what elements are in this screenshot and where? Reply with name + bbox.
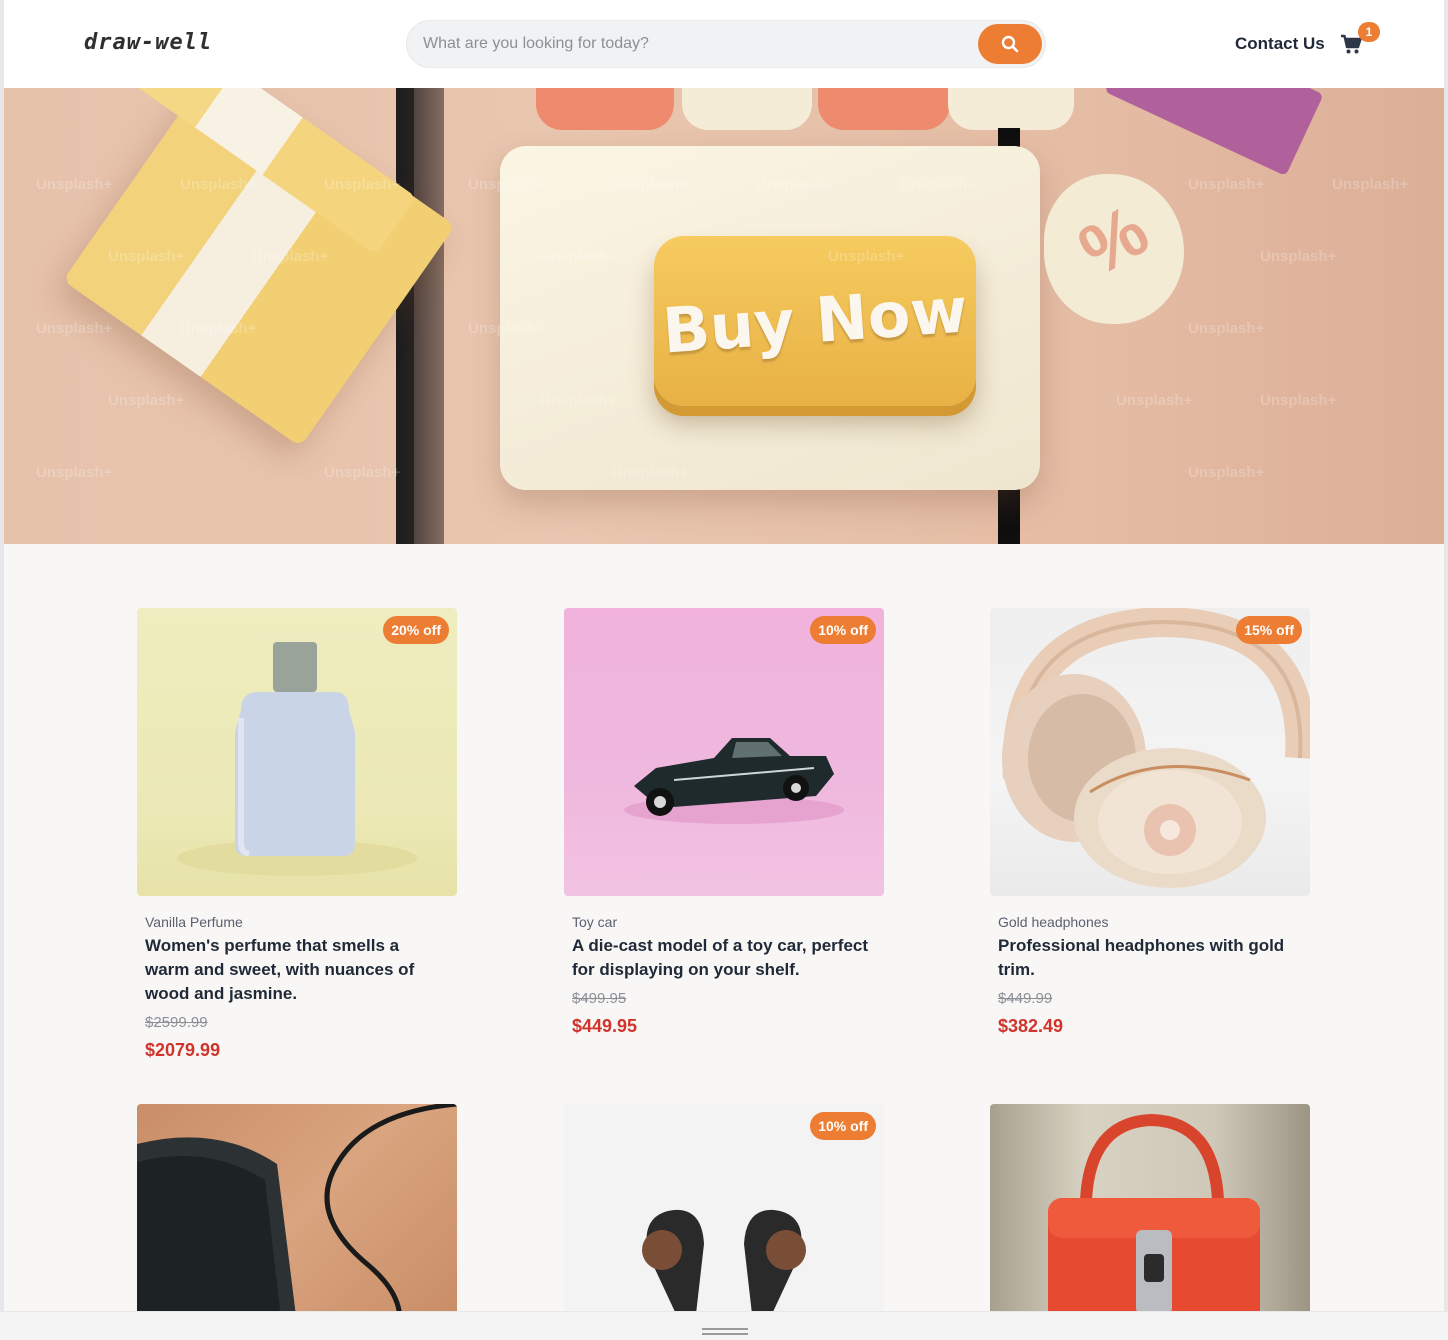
hero-banner[interactable]: Buy Now % Unsplash+ Unsplash+ Unsplash+ … [4,88,1444,544]
hero-awning-stripe [948,88,1074,130]
search-button[interactable] [978,24,1042,64]
hero-decor-pink [1104,88,1324,177]
hero-watermark: Unsplash+ [1260,392,1337,409]
hero-watermark: Unsplash+ [468,176,545,193]
product-image[interactable] [990,1104,1310,1311]
product-category: Gold headphones [998,914,1109,930]
toy-car-illustration [624,738,844,824]
handbag-illustration [1048,1113,1260,1311]
hero-awning-stripe [682,88,812,130]
window-frame-right [1444,0,1448,1340]
product-category: Vanilla Perfume [145,914,243,930]
hero-awning-stripe [818,88,950,130]
discount-badge: 15% off [1236,616,1302,644]
product-image[interactable]: 15% off [990,608,1310,896]
hero-watermark: Unsplash+ [1188,320,1265,337]
product-description[interactable]: A die-cast model of a toy car, perfect f… [572,934,872,982]
hero-watermark: Unsplash+ [1188,464,1265,481]
product-card[interactable]: 10% off Toy car A die-cast model of a to… [564,608,884,1048]
hero-watermark: Unsplash+ [324,464,401,481]
hero-awning-stripe [536,88,674,130]
hero-watermark: Unsplash+ [108,248,185,265]
hero-watermark: Unsplash+ [1116,392,1193,409]
product-sale-price: $382.49 [998,1016,1064,1036]
hero-watermark: Unsplash+ [612,464,689,481]
product-description[interactable]: Professional headphones with gold trim. [998,934,1298,982]
hero-watermark: Unsplash+ [1332,176,1409,193]
hero-watermark: Unsplash+ [252,248,329,265]
product-image[interactable]: 20% off [137,608,457,896]
product-old-price: $2599.99 [145,1014,208,1031]
hero-watermark: Unsplash+ [180,176,257,193]
headphones-illustration [1002,608,1310,888]
bottom-sheet-bar [0,1311,1448,1340]
perfume-bottle-illustration [177,642,417,876]
hero-watermark: Unsplash+ [540,248,617,265]
product-description[interactable]: Women's perfume that smells a warm and s… [145,934,445,1006]
hero-watermark: Unsplash+ [1188,176,1265,193]
product-card[interactable] [137,1104,457,1311]
hero-watermark: Unsplash+ [1260,248,1337,265]
hero-pole-shade [414,88,444,544]
hero-watermark: Unsplash+ [612,176,689,193]
search-input[interactable] [423,21,973,67]
hero-watermark: Unsplash+ [36,320,113,337]
hero-watermark: Unsplash+ [324,176,401,193]
search-icon [1001,35,1019,53]
discount-badge: 20% off [383,616,449,644]
search-bar [406,20,1046,68]
product-image[interactable]: 10% off [564,1104,884,1311]
product-old-price: $449.99 [998,990,1053,1007]
product-old-price: $499.95 [572,990,627,1007]
hero-watermark: Unsplash+ [36,176,113,193]
hero-watermark: Unsplash+ [108,392,185,409]
phone-cable-illustration [137,1104,457,1311]
hero-watermark: Unsplash+ [180,320,257,337]
hero-watermark: Unsplash+ [468,320,545,337]
hero-watermark: Unsplash+ [36,464,113,481]
discount-badge: 10% off [810,1112,876,1140]
product-image[interactable]: 10% off [564,608,884,896]
drag-handle-icon[interactable] [702,1328,748,1335]
hero-watermark: Unsplash+ [900,176,977,193]
product-card[interactable] [990,1104,1310,1311]
hero-watermark: Unsplash+ [540,392,617,409]
contact-us-link[interactable]: Contact Us [1235,34,1325,54]
product-card[interactable]: 15% off Gold headphones Professional hea… [990,608,1310,1048]
hero-watermark: Unsplash+ [756,176,833,193]
site-header: draw-well Contact Us [4,0,1444,88]
hero-watermark: Unsplash+ [828,248,905,265]
product-card[interactable]: 20% off Vanilla Perfume Women's perfume … [137,608,457,1068]
product-sale-price: $2079.99 [145,1040,221,1060]
discount-badge: 10% off [810,616,876,644]
site-logo[interactable]: draw-well [84,30,212,55]
cart-count-badge: 1 [1358,22,1380,42]
product-sale-price: $449.95 [572,1016,638,1036]
product-card[interactable]: 10% off [564,1104,884,1311]
product-category: Toy car [572,914,618,930]
product-image[interactable] [137,1104,457,1311]
